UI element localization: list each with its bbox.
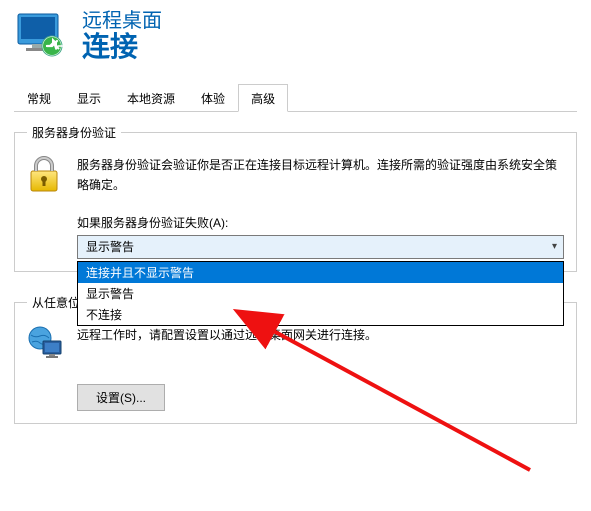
- auth-fail-dropdown[interactable]: 连接并且不显示警告 显示警告 不连接: [77, 261, 564, 326]
- auth-fail-selected-value: 显示警告: [86, 238, 134, 255]
- tab-advanced[interactable]: 高级: [238, 84, 288, 112]
- server-auth-description: 服务器身份验证会验证你是否正在连接目标远程计算机。连接所需的验证强度由系统安全策…: [77, 155, 564, 198]
- app-icon: [14, 12, 70, 60]
- connect-anywhere-description: 远程工作时，请配置设置以通过远程桌面网关进行连接。: [77, 325, 564, 345]
- server-auth-legend: 服务器身份验证: [27, 124, 121, 141]
- lock-icon: [27, 155, 67, 198]
- app-subtitle: 连接: [82, 32, 162, 63]
- auth-fail-select[interactable]: 显示警告 ▾: [77, 235, 564, 259]
- gateway-settings-button[interactable]: 设置(S)...: [77, 384, 165, 411]
- auth-fail-label: 如果服务器身份验证失败(A):: [27, 214, 564, 231]
- auth-option-connect-no-warn[interactable]: 连接并且不显示警告: [78, 262, 563, 283]
- server-auth-group: 服务器身份验证 服务器身份验证会验证你是否正在连: [14, 124, 577, 272]
- tab-display[interactable]: 显示: [64, 84, 114, 112]
- tab-local-resources[interactable]: 本地资源: [114, 84, 188, 112]
- globe-monitor-icon: [27, 325, 67, 366]
- window-header: 远程桌面 连接: [0, 0, 591, 83]
- auth-option-do-not-connect[interactable]: 不连接: [78, 304, 563, 325]
- chevron-down-icon: ▾: [552, 241, 557, 252]
- auth-option-show-warning[interactable]: 显示警告: [78, 283, 563, 304]
- tab-bar: 常规 显示 本地资源 体验 高级: [14, 83, 577, 112]
- header-text-block: 远程桌面 连接: [82, 10, 162, 63]
- tab-experience[interactable]: 体验: [188, 84, 238, 112]
- tab-general[interactable]: 常规: [14, 84, 64, 112]
- app-title: 远程桌面: [82, 10, 162, 32]
- advanced-panel: 服务器身份验证 服务器身份验证会验证你是否正在连: [14, 124, 577, 424]
